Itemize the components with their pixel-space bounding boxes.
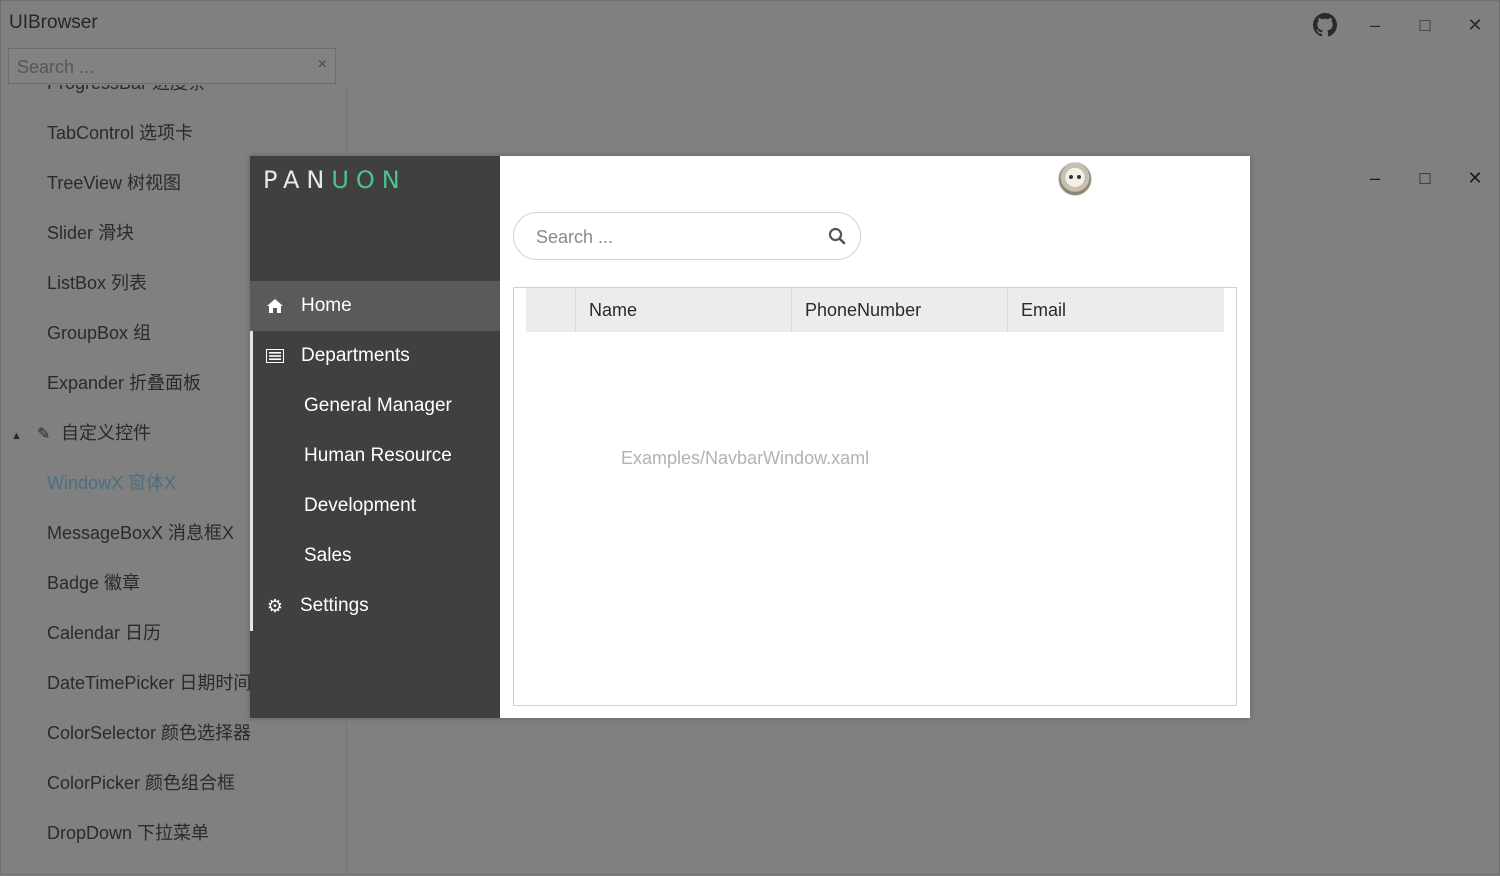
- list-icon: [265, 331, 285, 384]
- nav-item-label: Settings: [300, 595, 369, 616]
- sidebar-item-tabcontrol[interactable]: TabControl 选项卡: [47, 108, 193, 158]
- sidebar-group-custom-controls[interactable]: ▲ ✎ 自定义控件: [11, 408, 151, 458]
- app-title: UIBrowser: [9, 12, 98, 33]
- sidebar-item-colorselector[interactable]: ColorSelector 颜色选择器: [47, 708, 251, 758]
- grid-header: Name PhoneNumber Email: [526, 288, 1224, 332]
- sidebar-item-expander[interactable]: Expander 折叠面板: [47, 358, 201, 408]
- nav-item-general-manager[interactable]: General Manager: [250, 381, 500, 431]
- app-close-button[interactable]: ✕: [1460, 11, 1490, 39]
- nav-item-label: Sales: [304, 545, 352, 566]
- sidebar-item-messageboxx[interactable]: MessageBoxX 消息框X: [47, 508, 234, 558]
- sidebar-item-datetimepicker[interactable]: DateTimePicker 日期时间: [47, 658, 251, 708]
- data-grid[interactable]: Name PhoneNumber Email Examples/NavbarWi…: [513, 287, 1237, 706]
- sidebar-item-windowx[interactable]: WindowX 窗体X: [47, 458, 176, 508]
- expand-arrow-icon[interactable]: ▲: [11, 411, 37, 461]
- window-maximize-button[interactable]: □: [1412, 168, 1438, 189]
- nav-item-departments[interactable]: Departments: [250, 331, 500, 381]
- clear-search-icon[interactable]: ×: [318, 56, 327, 74]
- sidebar-item-slider[interactable]: Slider 滑块: [47, 208, 134, 258]
- nav-item-human-resource[interactable]: Human Resource: [250, 431, 500, 481]
- sidebar-item-progressbar-partial[interactable]: ProgressBar 进度条: [47, 85, 206, 108]
- search-icon[interactable]: [828, 227, 846, 245]
- app-minimize-button[interactable]: –: [1360, 11, 1390, 39]
- nav-item-home[interactable]: Home: [250, 281, 500, 331]
- gear-icon: ⚙: [266, 596, 284, 616]
- grid-placeholder-text: Examples/NavbarWindow.xaml: [621, 448, 870, 468]
- grid-column-phone[interactable]: PhoneNumber: [791, 288, 1007, 332]
- sidebar-item-treeview[interactable]: TreeView 树视图: [47, 158, 181, 208]
- window-minimize-button[interactable]: –: [1362, 168, 1388, 189]
- sidebar-item-groupbox[interactable]: GroupBox 组: [47, 308, 151, 358]
- pencil-icon: ✎: [37, 426, 51, 443]
- sidebar-search-input[interactable]: [9, 49, 309, 85]
- nav-item-development[interactable]: Development: [250, 481, 500, 531]
- nav-item-label: Development: [304, 495, 416, 516]
- grid-header-select[interactable]: [526, 288, 576, 332]
- window-close-button[interactable]: ✕: [1462, 168, 1488, 189]
- sidebar-item-listbox[interactable]: ListBox 列表: [47, 258, 147, 308]
- sidebar-item-calendar[interactable]: Calendar 日历: [47, 608, 161, 658]
- sidebar-item-colorpicker[interactable]: ColorPicker 颜色组合框: [47, 758, 235, 808]
- nav-item-sales[interactable]: Sales: [250, 531, 500, 581]
- home-icon: [265, 281, 285, 334]
- sidebar-group-label: 自定义控件: [61, 423, 151, 443]
- github-icon[interactable]: [1311, 11, 1339, 45]
- nav-item-label: General Manager: [304, 395, 452, 416]
- content-search: [513, 212, 861, 260]
- sidebar-item-badge[interactable]: Badge 徽章: [47, 558, 140, 608]
- navbar: PANUON Home Departments General Manager …: [250, 156, 500, 718]
- grid-column-name[interactable]: Name: [575, 288, 791, 332]
- user-avatar[interactable]: [1058, 162, 1092, 196]
- window-content: – □ ✕ Name PhoneNumber Email Examples/Na…: [500, 156, 1483, 718]
- content-search-input[interactable]: [534, 223, 818, 251]
- nav-item-label: Home: [301, 295, 352, 316]
- nav-item-label: Departments: [301, 345, 410, 366]
- nav-item-settings[interactable]: ⚙ Settings: [250, 581, 500, 631]
- grid-column-email[interactable]: Email: [1007, 288, 1224, 332]
- sidebar-item-dropdown[interactable]: DropDown 下拉菜单: [47, 808, 209, 858]
- sidebar-search: ×: [8, 48, 336, 85]
- panuon-logo: PANUON: [263, 166, 407, 194]
- app-maximize-button[interactable]: □: [1410, 11, 1440, 39]
- navbar-window: PANUON Home Departments General Manager …: [250, 156, 1483, 718]
- nav-item-label: Human Resource: [304, 445, 452, 466]
